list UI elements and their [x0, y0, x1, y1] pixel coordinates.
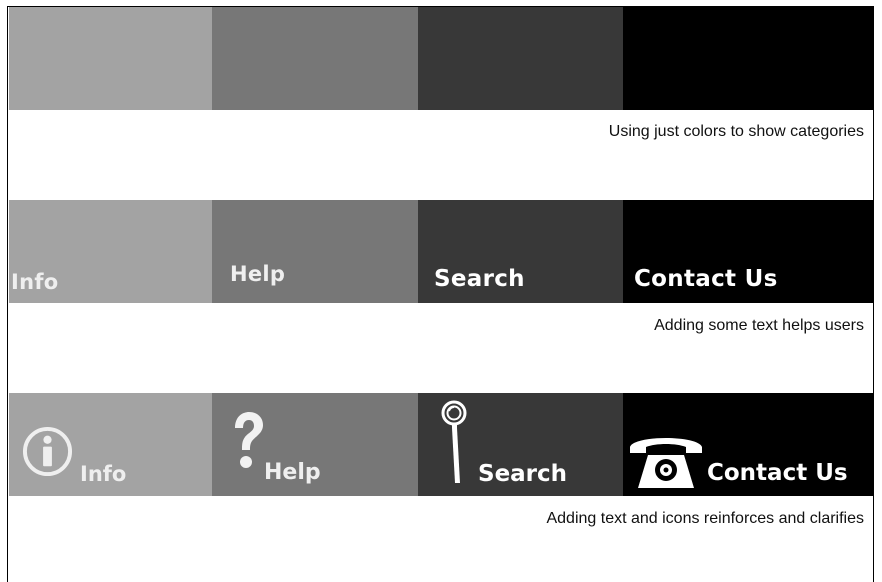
tab-help-label: Help	[230, 262, 286, 286]
category-tile-1[interactable]	[9, 7, 212, 110]
tab-search[interactable]: Search	[418, 200, 623, 303]
text-nav-strip: Info Help Search Contact Us	[9, 200, 874, 303]
tab-help-label: Help	[264, 460, 321, 485]
caption-icons-and-text: Adding text and icons reinforces and cla…	[546, 510, 864, 527]
tab-contact-us[interactable]: Contact Us	[623, 200, 874, 303]
tab-help[interactable]: Help	[212, 200, 418, 303]
category-tile-4[interactable]	[623, 7, 874, 110]
icon-text-nav-strip: Info Help Search Contact Us	[9, 393, 874, 496]
tab-help-with-icon[interactable]: Help	[212, 393, 418, 496]
magnifying-glass-icon	[441, 400, 467, 483]
tab-info-label: Info	[11, 270, 59, 294]
tab-contact-us-label: Contact Us	[707, 460, 848, 486]
category-tile-3[interactable]	[418, 7, 623, 110]
illustration-frame: Using just colors to show categories Inf…	[7, 6, 874, 582]
question-mark-icon	[235, 412, 263, 468]
tab-search-label: Search	[434, 266, 525, 292]
category-tile-2[interactable]	[212, 7, 418, 110]
color-only-nav-strip	[9, 7, 874, 110]
info-icon	[22, 426, 73, 477]
tab-info[interactable]: Info	[9, 200, 212, 303]
tab-info-label: Info	[80, 462, 127, 486]
tab-contact-us-with-icon[interactable]: Contact Us	[623, 393, 874, 496]
caption-colors-only: Using just colors to show categories	[608, 123, 864, 140]
telephone-icon	[630, 438, 702, 488]
tab-search-label: Search	[478, 461, 568, 487]
caption-text-labels: Adding some text helps users	[654, 317, 864, 334]
tab-contact-us-label: Contact Us	[634, 266, 778, 292]
tab-info-with-icon[interactable]: Info	[9, 393, 212, 496]
tab-search-with-icon[interactable]: Search	[418, 393, 623, 496]
